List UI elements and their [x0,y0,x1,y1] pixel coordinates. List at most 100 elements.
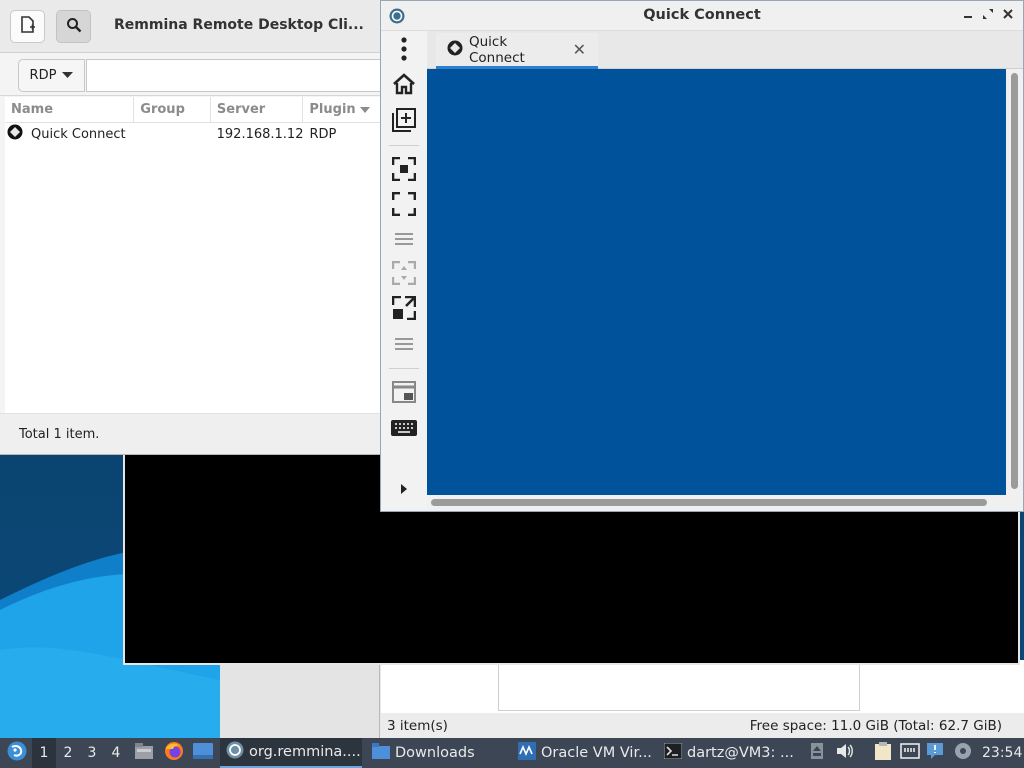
column-group[interactable]: Group [134,97,211,123]
workspace-2[interactable]: 2 [56,738,80,768]
home-icon [392,73,416,99]
duplicate-icon [392,108,416,136]
dynamic-resolution-icon [393,231,415,251]
search-button[interactable] [56,10,91,43]
header-bar: Remmina Remote Desktop Cli... [0,0,381,53]
preferences-button[interactable] [389,379,419,409]
task-remmina[interactable]: org.remmina.... [220,738,362,768]
new-connection-icon [20,15,36,38]
table-row[interactable]: Quick Connect 192.168.1.12 RDP [5,123,381,145]
toolbar-separator [389,368,419,369]
remote-desktop-viewport[interactable] [427,69,1006,495]
restore-icon [983,8,993,23]
tray-volume[interactable] [834,738,856,768]
taskbar: 1 2 3 4 org.remmina.... Downloads Oracle… [0,738,1024,768]
multi-monitor-button[interactable] [389,295,419,325]
chevron-down-icon [62,68,74,83]
task-label: Oracle VM Vir... [541,745,652,761]
folder-icon [372,743,390,763]
home-button[interactable] [389,71,419,101]
duplicate-button[interactable] [389,107,419,137]
workspace-4[interactable]: 4 [104,738,128,768]
new-connection-button[interactable] [10,10,45,43]
tab-close-icon[interactable]: ✕ [573,40,586,59]
workspace-1[interactable]: 1 [32,738,56,768]
close-button[interactable] [999,6,1017,24]
gear-icon [954,742,972,764]
tab-label: Quick Connect [469,33,525,66]
start-menu-button[interactable] [4,738,30,768]
column-server[interactable]: Server [211,97,304,123]
file-manager-sidebar [220,660,380,738]
file-manager-window: 3 item(s) Free space: 11.0 GiB (Total: 6… [220,660,1024,738]
tray-settings[interactable] [952,738,974,768]
clipboard-icon [874,741,892,765]
task-label: dartz@VM3: ... [687,745,794,761]
free-space: Free space: 11.0 GiB (Total: 62.7 GiB) [749,717,1002,734]
quick-connect-bar: RDP [0,53,381,96]
horizontal-scrollbar-thumb[interactable] [431,499,987,506]
workspace-3[interactable]: 3 [80,738,104,768]
folder-icon [134,742,154,764]
connection-table-header: Name Group Server Plugin [5,97,381,123]
row-name: Quick Connect [31,126,126,142]
tray-upload[interactable] [806,738,828,768]
sort-down-icon [359,97,370,123]
clock[interactable]: 23:54 [982,738,1022,768]
remote-toolbar [381,31,426,511]
protocol-dropdown[interactable]: RDP [18,59,85,92]
desktop-icon [193,743,213,763]
connection-list: Quick Connect 192.168.1.12 RDP [5,123,381,413]
firefox-launcher[interactable] [163,738,185,768]
search-icon [66,17,82,37]
fullscreen-button[interactable] [389,191,419,221]
show-desktop-button[interactable] [192,738,214,768]
grab-keyboard-button[interactable] [389,331,419,361]
tab-quick-connect[interactable]: Quick Connect ✕ [436,33,598,69]
network-icon [900,743,920,763]
remote-connection-icon [447,40,463,60]
dynamic-resolution-button[interactable] [389,226,419,256]
file-manager-pane [498,664,860,711]
scaled-mode-button[interactable] [389,260,419,290]
tray-network[interactable] [899,738,921,768]
expand-toolbar-button[interactable] [389,475,419,505]
close-icon [1003,8,1013,23]
task-virtualbox[interactable]: Oracle VM Vir... [512,738,654,768]
toolbar-separator [389,145,419,146]
firefox-icon [164,741,184,765]
scaled-mode-icon [391,260,417,289]
title-bar[interactable]: Quick Connect [381,1,1023,31]
task-downloads[interactable]: Downloads [366,738,508,768]
window-title: Remmina Remote Desktop Cli... [114,17,364,33]
menu-button[interactable] [389,36,419,66]
row-server: 192.168.1.12 [216,126,304,142]
vertical-scrollbar[interactable] [1006,69,1023,495]
column-plugin-label: Plugin [309,102,356,117]
minimize-button[interactable] [959,6,977,24]
column-name[interactable]: Name [5,97,135,123]
tray-clipboard[interactable] [872,738,894,768]
fit-window-button[interactable] [389,156,419,186]
horizontal-scrollbar[interactable] [427,495,1023,511]
row-plugin: RDP [309,126,337,142]
file-manager-launcher[interactable] [133,738,155,768]
quick-connect-window: Quick Connect Quick Connect ✕ [380,0,1024,512]
statusbar: Total 1 item. [0,413,381,454]
remmina-main-window: Remmina Remote Desktop Cli... RDP Name G… [0,0,382,455]
vertical-scrollbar-thumb[interactable] [1011,73,1018,489]
column-plugin[interactable]: Plugin [303,97,381,123]
notification-icon [926,742,944,764]
volume-icon [836,743,854,763]
server-input[interactable] [86,59,381,92]
send-keys-button[interactable] [389,415,419,445]
remmina-icon [226,741,244,763]
window-title: Quick Connect [643,7,761,23]
tray-notification[interactable] [924,738,946,768]
row-name-cell: Quick Connect [5,124,134,144]
task-terminal[interactable]: dartz@VM3: ... [658,738,798,768]
maximize-button[interactable] [979,6,997,24]
item-count: 3 item(s) [387,717,448,734]
terminal-icon [663,742,683,763]
fit-window-icon [391,156,417,185]
